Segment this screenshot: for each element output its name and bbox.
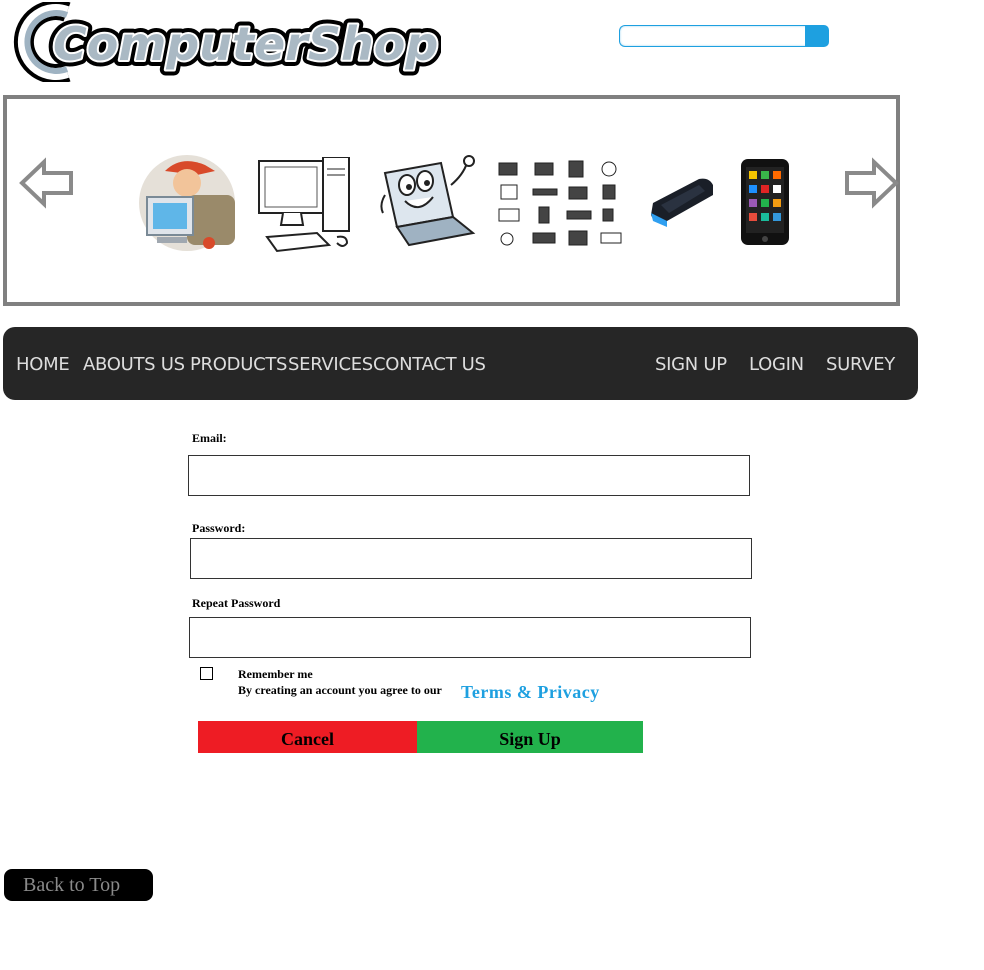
nav-about-us[interactable]: ABOUTS US [83, 354, 185, 375]
email-field[interactable] [188, 455, 750, 496]
search-box [619, 25, 831, 49]
svg-text:ComputerShop: ComputerShop [53, 17, 438, 71]
nav-contact-us[interactable]: CONTACT US [373, 354, 486, 375]
remember-me-checkbox[interactable] [200, 667, 213, 680]
nav-sign-up[interactable]: SIGN UP [655, 354, 727, 375]
main-navbar: HOME ABOUTS US PRODUCTS SERVICES CONTACT… [3, 327, 918, 400]
nav-products[interactable]: PRODUCTS [190, 354, 287, 375]
smartphone-icon [651, 178, 713, 227]
search-button[interactable] [805, 25, 829, 47]
next-arrow-icon[interactable] [841, 157, 899, 209]
electronics-grid-icon [498, 160, 622, 246]
cartoon-laptop-icon [380, 155, 476, 247]
tablet-icon [741, 159, 789, 245]
sign-up-button[interactable]: Sign Up [417, 721, 643, 753]
desktop-computer-icon [258, 157, 350, 253]
repeat-password-field[interactable] [189, 617, 751, 658]
search-input[interactable] [619, 25, 809, 47]
password-field[interactable] [190, 538, 752, 579]
product-slider [3, 95, 900, 306]
email-label: Email: [192, 431, 227, 445]
back-to-top-button[interactable]: Back to Top [4, 869, 153, 901]
agreement-text: By creating an account you agree to our [238, 683, 442, 697]
nav-survey[interactable]: SURVEY [826, 354, 895, 375]
nav-login[interactable]: LOGIN [749, 354, 804, 375]
password-label: Password: [192, 521, 246, 535]
nav-services[interactable]: SERVICES [288, 354, 373, 375]
technician-repair-icon [139, 155, 235, 251]
terms-privacy-link[interactable]: Terms & Privacy [461, 682, 600, 703]
computershop-logo[interactable]: ComputerShop ComputerShop ComputerShop [5, 2, 441, 82]
previous-arrow-icon[interactable] [19, 157, 77, 209]
nav-home[interactable]: HOME [16, 354, 70, 375]
repeat-password-label: Repeat Password [192, 596, 281, 610]
cancel-button[interactable]: Cancel [198, 721, 417, 753]
remember-me-label: Remember me [238, 667, 313, 681]
